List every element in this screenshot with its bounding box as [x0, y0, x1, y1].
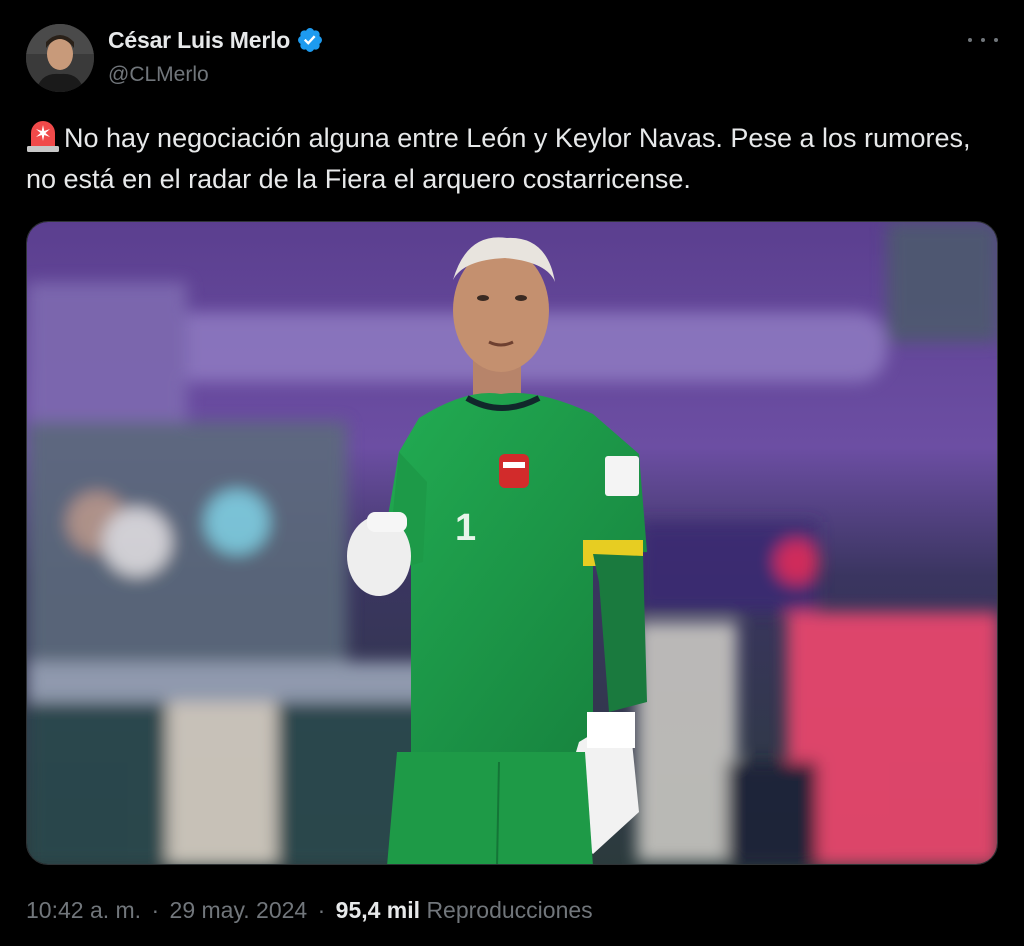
tweet-media-photo[interactable]: 1	[26, 221, 998, 865]
jersey-number: 1	[455, 507, 476, 549]
tweet-metadata: 10:42 a. m. · 29 may. 2024 · 95,4 mil Re…	[26, 897, 593, 924]
meta-separator: ·	[317, 897, 326, 923]
author-display-name[interactable]: César Luis Merlo	[108, 27, 290, 54]
views-count: 95,4 mil	[335, 897, 421, 923]
more-options-icon[interactable]	[968, 28, 998, 52]
avatar-image	[26, 24, 94, 92]
author-handle[interactable]: @CLMerlo	[108, 63, 209, 87]
author-name-row: César Luis Merlo	[108, 26, 324, 54]
siren-icon	[27, 121, 59, 152]
meta-separator: ·	[151, 897, 160, 923]
tweet-card: César Luis Merlo @CLMerlo No hay negocia…	[0, 0, 1024, 946]
tweet-date[interactable]: 29 may. 2024	[170, 897, 308, 923]
views-label: Reproducciones	[426, 897, 593, 923]
tweet-text-container: No hay negociación alguna entre León y K…	[26, 118, 986, 200]
goalkeeper-photo: 1	[27, 222, 997, 864]
tweet-text: No hay negociación alguna entre León y K…	[26, 123, 971, 194]
avatar[interactable]	[26, 24, 94, 92]
verified-badge-icon	[298, 28, 323, 52]
tweet-time[interactable]: 10:42 a. m.	[26, 897, 141, 923]
